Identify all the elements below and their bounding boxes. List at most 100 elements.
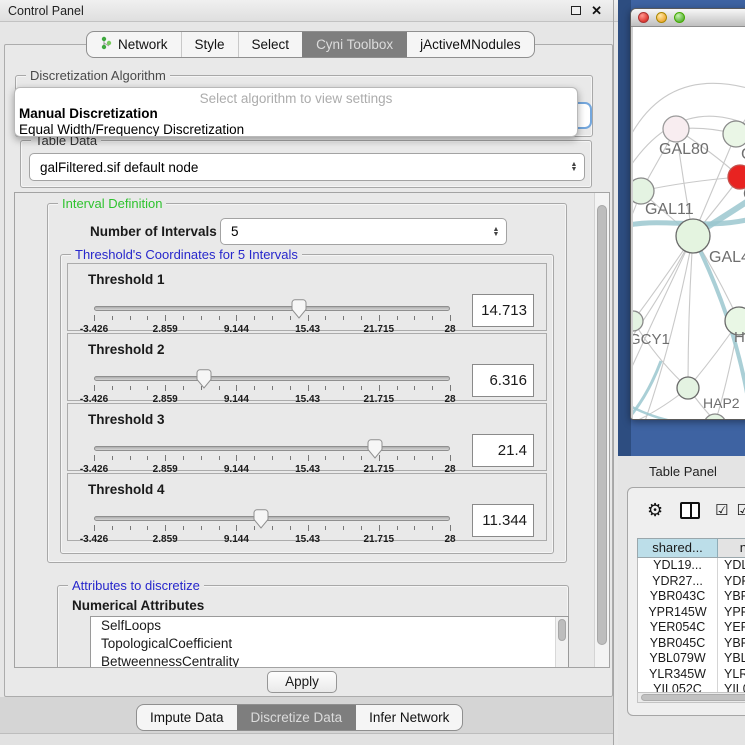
select-all-checkbox-icon[interactable]: ☑ (715, 503, 728, 518)
select-none-checkbox-icon[interactable]: ☑ (737, 503, 745, 518)
attributes-scrollbar[interactable] (555, 617, 568, 668)
table-row[interactable]: YBR045CYBR0 (638, 636, 745, 652)
network-node-label: GAL4 (709, 249, 745, 266)
slider-tick (165, 315, 166, 321)
slider-tick (397, 386, 398, 390)
table-row[interactable]: YDL19...YDL1 (638, 558, 745, 574)
tab-style[interactable]: Style (181, 32, 238, 57)
slider-tick (397, 526, 398, 530)
table-row[interactable]: YBR043CYBR0 (638, 589, 745, 605)
tab-label: Cyni Toolbox (316, 37, 393, 52)
table-row[interactable]: YIL052CYIL0 (638, 682, 745, 692)
interval-definition-group: Interval Definition Number of Intervals … (47, 203, 567, 563)
slider-tick (219, 526, 220, 530)
table-row[interactable]: YLR345WYLR3 (638, 667, 745, 683)
interval-definition-label: Interval Definition (58, 196, 166, 211)
slider-tick (254, 316, 255, 320)
slider-thumb[interactable] (291, 299, 307, 319)
threshold-value-input[interactable]: 11.344 (472, 504, 534, 537)
attributes-scrollbar-thumb[interactable] (558, 619, 566, 641)
table-row[interactable]: YBL079WYBL0 (638, 651, 745, 667)
slider-tick (343, 386, 344, 390)
threshold-label: Threshold 1 (88, 272, 165, 287)
table-row[interactable]: YDR27...YDR2 (638, 574, 745, 590)
slider-tick (325, 526, 326, 530)
network-window-titlebar[interactable] (631, 9, 745, 27)
attributes-group: Attributes to discretize Numerical Attri… (57, 585, 569, 668)
slider-tick (379, 525, 380, 531)
slider-tick (432, 526, 433, 530)
table-row[interactable]: YPR145WYPR1 (638, 605, 745, 621)
table-data-combobox[interactable]: galFiltered.sif default node ▲▼ (29, 153, 585, 181)
network-node[interactable] (677, 377, 699, 399)
panel-vertical-scrollbar[interactable] (594, 193, 609, 667)
stepper-arrows-icon[interactable]: ▲▼ (488, 227, 506, 237)
slider-tick (94, 385, 95, 391)
stepper-arrows-icon[interactable]: ▲▼ (566, 162, 584, 172)
tab-impute-data[interactable]: Impute Data (137, 705, 237, 730)
float-window-icon[interactable] (571, 6, 581, 15)
slider-track[interactable] (94, 446, 450, 451)
table-row[interactable]: YER054CYER0 (638, 620, 745, 636)
table-column-header-shared[interactable]: shared... (638, 539, 718, 557)
table-column-header-name[interactable]: na (718, 539, 745, 557)
threshold-slider[interactable]: -3.4262.8599.14415.4321.71528 (94, 516, 450, 540)
network-node[interactable] (704, 414, 726, 419)
slider-thumb[interactable] (253, 509, 269, 529)
tab-cyni-toolbox[interactable]: Cyni Toolbox (302, 32, 406, 57)
apply-button[interactable]: Apply (267, 671, 337, 693)
table-cell: YBR0 (718, 589, 745, 605)
tab-discretize-data[interactable]: Discretize Data (237, 705, 356, 730)
slider-tick (254, 456, 255, 460)
slider-track[interactable] (94, 376, 450, 381)
table-cell: YDL1 (718, 558, 745, 574)
algorithm-option-equal-width[interactable]: Equal Width/Frequency Discretization (15, 122, 577, 137)
threshold-slider[interactable]: -3.4262.8599.14415.4321.71528 (94, 376, 450, 400)
gear-icon[interactable]: ⚙ (647, 501, 663, 519)
network-node-label: GAL11 (645, 201, 694, 218)
slider-thumb[interactable] (367, 439, 383, 459)
network-canvas[interactable]: GAL80GACGAL11GAL4GCY1HHAP2 (633, 27, 745, 419)
slider-tick (165, 455, 166, 461)
table-panel: ⚙ ☑ ☑ shared...na YDL19...YDL1YDR27...YD… (627, 487, 745, 716)
threshold-slider[interactable]: -3.4262.8599.14415.4321.71528 (94, 306, 450, 330)
threshold-value-input[interactable]: 21.4 (472, 434, 534, 467)
slider-track[interactable] (94, 516, 450, 521)
network-node[interactable] (633, 311, 643, 331)
slider-tick-label: 9.144 (224, 534, 249, 545)
slider-track[interactable] (94, 306, 450, 311)
number-of-intervals-combobox[interactable]: 5 ▲▼ (220, 218, 507, 245)
slider-tick (254, 386, 255, 390)
tab-network[interactable]: Network (87, 32, 181, 57)
attribute-list-item[interactable]: SelfLoops (91, 617, 568, 635)
table-horizontal-scrollbar[interactable] (637, 692, 745, 703)
slider-tick (147, 456, 148, 460)
threshold-value-input[interactable]: 6.316 (472, 364, 534, 397)
tab-select[interactable]: Select (238, 32, 303, 57)
network-node[interactable] (676, 219, 710, 253)
tab-jactivemnodules[interactable]: jActiveMNodules (406, 32, 534, 57)
threshold-value-input[interactable]: 14.713 (472, 294, 534, 327)
zoom-traffic-light[interactable] (674, 12, 685, 23)
close-traffic-light[interactable] (638, 12, 649, 23)
network-node[interactable] (723, 121, 745, 147)
minimize-traffic-light[interactable] (656, 12, 667, 23)
network-node[interactable] (663, 116, 689, 142)
network-icon (100, 36, 112, 53)
close-icon[interactable]: ✕ (591, 4, 602, 17)
threshold-slider[interactable]: -3.4262.8599.14415.4321.71528 (94, 446, 450, 470)
slider-tick (325, 456, 326, 460)
table-hscrollbar-thumb[interactable] (641, 694, 745, 701)
slider-tick (308, 385, 309, 391)
slider-tick (414, 316, 415, 320)
table-cell: YPR1 (718, 605, 745, 621)
panel-scrollbar-thumb[interactable] (597, 205, 607, 645)
columns-icon[interactable] (680, 502, 700, 519)
slider-tick (165, 525, 166, 531)
algorithm-option-manual[interactable]: Manual Discretization (15, 106, 577, 122)
bottom-mode-tabs: Impute DataDiscretize DataInfer Network (136, 704, 463, 731)
tab-infer-network[interactable]: Infer Network (355, 705, 462, 730)
attribute-list-item[interactable]: TopologicalCoefficient (91, 635, 568, 653)
slider-thumb[interactable] (196, 369, 212, 389)
attribute-list-item[interactable]: BetweennessCentrality (91, 653, 568, 668)
